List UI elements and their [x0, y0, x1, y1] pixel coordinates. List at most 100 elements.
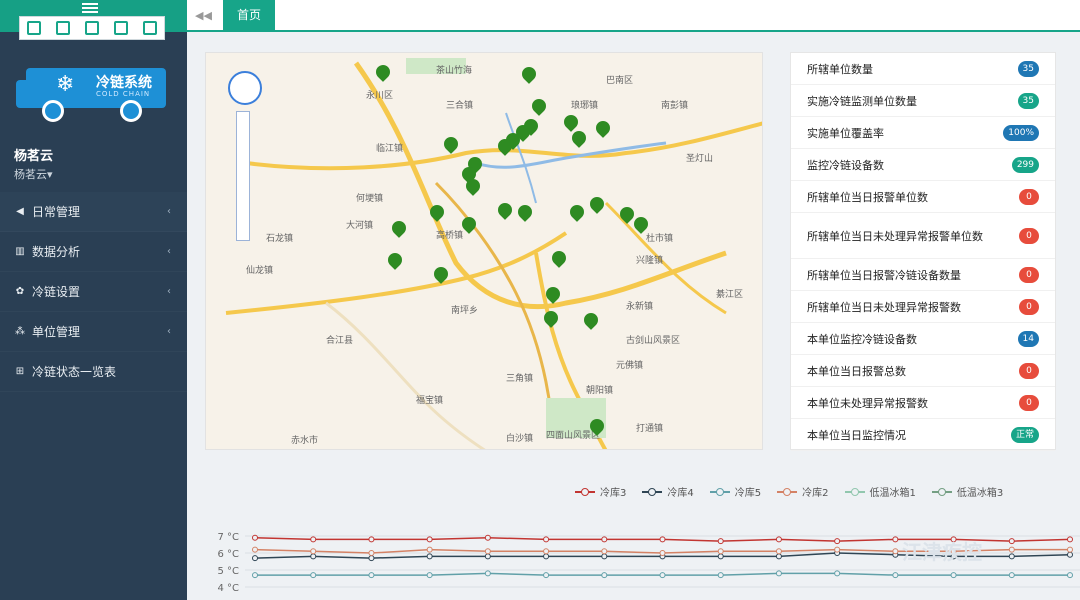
data-point[interactable] [659, 550, 666, 556]
user-panel[interactable]: 杨茗云 杨茗云▾ [14, 145, 53, 182]
menu-toggle-icon[interactable] [82, 3, 98, 13]
data-point[interactable] [1008, 538, 1015, 545]
data-point[interactable] [426, 572, 433, 579]
data-point[interactable] [368, 572, 375, 579]
stat-row: 所辖单位当日未处理异常报警数 0 [791, 291, 1055, 323]
stat-row: 所辖单位当日报警单位数 0 [791, 181, 1055, 213]
data-point[interactable] [543, 536, 550, 543]
chevron-left-icon: ‹ [167, 246, 171, 257]
data-point[interactable] [1067, 546, 1073, 553]
data-point[interactable] [252, 534, 258, 541]
data-point[interactable] [252, 546, 258, 553]
data-point[interactable] [484, 548, 491, 555]
sitemap-icon: ⁂ [15, 326, 25, 337]
data-point[interactable] [950, 572, 957, 579]
data-point[interactable] [1008, 553, 1015, 560]
map-label: 福宝镇 [416, 396, 444, 406]
data-point[interactable] [484, 534, 491, 541]
data-point[interactable] [426, 553, 433, 560]
data-point[interactable] [717, 548, 724, 555]
map-panel[interactable]: 茶山竹海 永川区 巴南区 三合镇 南彭镇 琅琊镇 临江镇 圣灯山 大河镇 何埂镇 石龙镇 仙龙镇 兴隆镇… [205, 52, 763, 450]
data-point[interactable] [252, 555, 258, 562]
data-point[interactable] [601, 553, 608, 560]
data-point[interactable] [1008, 546, 1015, 553]
data-point[interactable] [892, 536, 899, 543]
snowflake-icon: ❄ [56, 72, 75, 97]
data-point[interactable] [601, 572, 608, 579]
data-point[interactable] [252, 572, 258, 579]
map-label: 三角镇 [506, 374, 534, 384]
zoom-slider[interactable] [236, 111, 250, 241]
data-point[interactable] [426, 536, 433, 543]
map-label: 古剑山风景区 [626, 336, 681, 346]
data-point[interactable] [368, 536, 375, 543]
data-point[interactable] [717, 572, 724, 579]
stat-badge: 299 [1011, 156, 1039, 173]
data-point[interactable] [543, 553, 550, 560]
y-tick-label: 4 °C [217, 583, 239, 594]
data-point[interactable] [834, 546, 841, 553]
data-point[interactable] [775, 548, 782, 555]
map-label: 打通镇 [636, 424, 664, 434]
data-point[interactable] [717, 538, 724, 545]
data-point[interactable] [368, 555, 375, 562]
data-point[interactable] [601, 548, 608, 555]
export-icon[interactable] [113, 21, 128, 35]
data-point[interactable] [484, 570, 491, 577]
map-label: 琅琊镇 [571, 101, 599, 111]
map-label: 石龙镇 [266, 234, 294, 244]
data-point[interactable] [659, 536, 666, 543]
sidebar-item-settings[interactable]: ✿ 冷链设置 ‹ [0, 272, 187, 312]
map-label: 永川区 [366, 91, 394, 101]
data-point[interactable] [1067, 551, 1073, 558]
stat-badge: 正常 [1010, 426, 1039, 443]
data-point[interactable] [659, 572, 666, 579]
settings-icon[interactable] [142, 21, 157, 35]
data-point[interactable] [775, 570, 782, 577]
pan-control[interactable] [228, 71, 262, 105]
sidebar-item-analysis[interactable]: ▥ 数据分析 ‹ [0, 232, 187, 272]
data-point[interactable] [892, 548, 899, 555]
data-point[interactable] [717, 553, 724, 560]
gear-icon: ✿ [15, 286, 25, 297]
data-point[interactable] [1067, 572, 1073, 579]
sidebar-item-units[interactable]: ⁂ 单位管理 ‹ [0, 312, 187, 352]
fullscreen-icon[interactable] [56, 21, 71, 35]
map-label: 綦江区 [716, 290, 744, 300]
plus-square-icon: ⊞ [15, 366, 25, 377]
data-point[interactable] [834, 570, 841, 577]
user-dropdown[interactable]: 杨茗云▾ [14, 166, 53, 182]
data-point[interactable] [543, 572, 550, 579]
data-point[interactable] [1067, 536, 1073, 543]
tab-home[interactable]: 首页 [223, 0, 276, 32]
data-point[interactable] [834, 538, 841, 545]
data-point[interactable] [892, 572, 899, 579]
sidebar-item-label: 单位管理 [32, 325, 81, 339]
data-point[interactable] [775, 553, 782, 560]
data-point[interactable] [601, 536, 608, 543]
wheel-icon [42, 100, 64, 122]
chart-plot: 7 °C 6 °C 5 °C 4 °C [217, 532, 1080, 594]
stat-label: 监控冷链设备数 [807, 158, 884, 172]
data-point[interactable] [310, 572, 317, 579]
save-icon[interactable] [84, 21, 99, 35]
stat-label: 本单位未处理异常报警数 [807, 396, 928, 410]
collapse-icon[interactable]: ◀◀ [195, 9, 212, 22]
map-label: 大河镇 [346, 221, 374, 231]
data-point[interactable] [310, 536, 317, 543]
sidebar-item-status[interactable]: ⊞ 冷链状态一览表 [0, 352, 187, 392]
map-label: 永新镇 [626, 302, 654, 312]
sidebar-item-daily[interactable]: ◀ 日常管理 ‹ [0, 192, 187, 232]
stat-row: 所辖单位数量 35 [791, 53, 1055, 85]
data-point[interactable] [1008, 572, 1015, 579]
book-icon[interactable] [27, 21, 42, 35]
data-point[interactable] [543, 548, 550, 555]
data-point[interactable] [484, 553, 491, 560]
data-point[interactable] [426, 546, 433, 553]
stat-badge: 14 [1017, 330, 1039, 347]
data-point[interactable] [310, 553, 317, 560]
data-point[interactable] [775, 536, 782, 543]
stat-row: 本单位当日监控情况 正常 [791, 419, 1055, 451]
data-point[interactable] [368, 550, 375, 556]
data-point[interactable] [310, 548, 317, 555]
